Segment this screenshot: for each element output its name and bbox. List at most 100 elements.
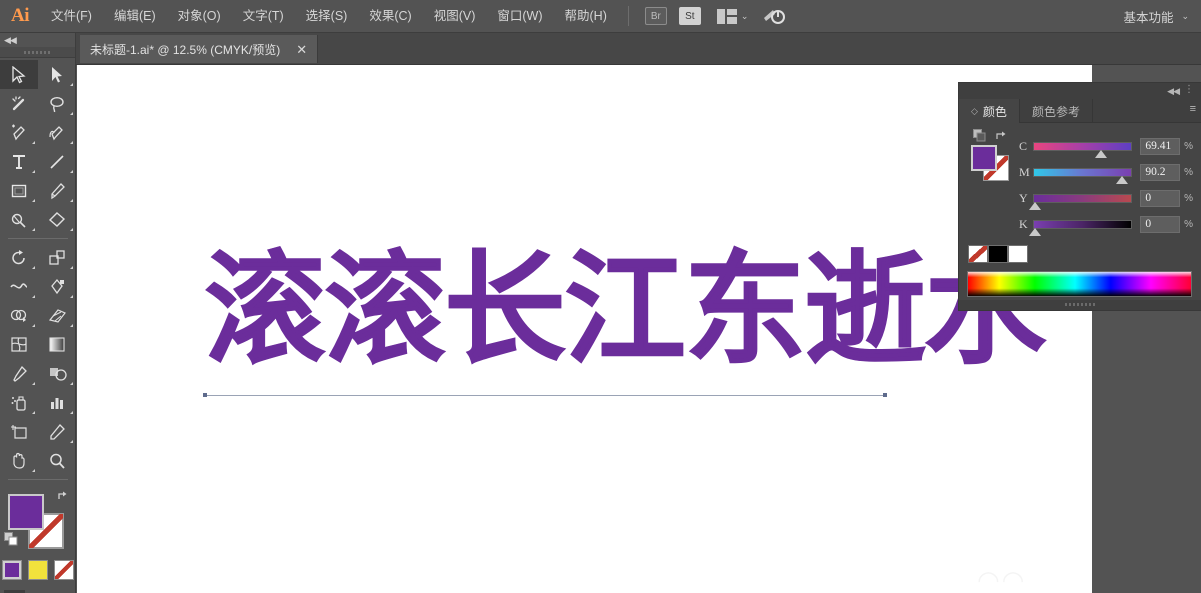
menu-object[interactable]: 对象(O) — [167, 0, 232, 33]
direct-selection-tool[interactable] — [38, 60, 76, 89]
panel-resize-handle[interactable] — [959, 300, 1201, 310]
slider-gradient-k — [1033, 220, 1132, 228]
panel-menu-icon[interactable]: ≡ — [1190, 104, 1196, 115]
slider-row-k: K 0 % — [1019, 211, 1193, 237]
slider-unit-m: % — [1184, 166, 1194, 178]
slider-label-m: M — [1019, 164, 1030, 179]
blend-tool[interactable] — [38, 359, 76, 388]
eyedropper-tool[interactable] — [0, 359, 38, 388]
menu-window[interactable]: 窗口(W) — [486, 0, 553, 33]
text-baseline-path — [205, 395, 886, 396]
paintbrush-tool[interactable] — [38, 176, 76, 205]
collapse-panel-icon[interactable]: ◀◀ — [1167, 86, 1180, 97]
tools-panel-drag-handle[interactable] — [0, 47, 75, 58]
workspace-switcher[interactable]: 基本功能 ⌄ — [1119, 7, 1201, 26]
fill-swatch[interactable] — [8, 494, 44, 530]
workspace-name: 基本功能 — [1123, 10, 1174, 25]
panel-options-icon[interactable]: ⋮ — [1184, 85, 1194, 95]
shape-builder-tool[interactable] — [0, 301, 38, 330]
close-icon[interactable]: ✕ — [296, 43, 307, 56]
artwork-text[interactable]: 滚滚长江东逝水 — [204, 249, 1047, 372]
chevron-down-icon[interactable]: ⌄ — [1181, 11, 1189, 22]
zoom-tool[interactable] — [38, 446, 76, 475]
rectangle-tool[interactable] — [0, 176, 38, 205]
slice-tool[interactable] — [38, 417, 76, 446]
quick-swatches — [968, 245, 1193, 263]
swatch-none[interactable] — [968, 245, 988, 263]
artboard[interactable]: 滚滚长江东逝水 ◠◠ — [77, 65, 1092, 593]
default-fill-stroke-icon[interactable] — [4, 532, 18, 546]
slider-track-k[interactable] — [1029, 219, 1133, 236]
fill-stroke-toggle-icon[interactable] — [973, 129, 986, 142]
gradient-tool[interactable] — [38, 330, 76, 359]
slider-unit-c: % — [1184, 140, 1194, 152]
menu-bar: Ai 文件(F) 编辑(E) 对象(O) 文字(T) 选择(S) 效果(C) 视… — [0, 0, 1201, 33]
app-logo-icon: Ai — [11, 5, 30, 26]
perspective-grid-tool[interactable] — [38, 301, 76, 330]
menubar-divider — [627, 6, 629, 26]
slider-row-y: Y 0 % — [1019, 185, 1193, 211]
color-swatch-button[interactable] — [1, 560, 22, 580]
column-graph-tool[interactable] — [38, 388, 76, 417]
document-tab-bar: 未标题-1.ai* @ 12.5% (CMYK/预览) ✕ — [76, 33, 1201, 65]
tools-divider — [8, 479, 68, 480]
menu-effect[interactable]: 效果(C) — [358, 0, 422, 33]
stock-icon[interactable]: St — [678, 7, 701, 25]
tab-color[interactable]: ◇ 颜色 — [959, 99, 1020, 123]
slider-thumb-c — [1095, 149, 1108, 158]
artboard-tool[interactable] — [0, 417, 38, 446]
rotate-tool[interactable] — [0, 243, 38, 272]
arrange-documents-icon[interactable] — [716, 8, 737, 24]
curvature-tool[interactable] — [38, 118, 76, 147]
path-anchor-start — [203, 393, 207, 397]
menu-edit[interactable]: 编辑(E) — [103, 0, 167, 33]
slider-thumb-y — [1029, 201, 1042, 210]
panel-fill-swatch[interactable] — [971, 145, 997, 171]
bridge-icon[interactable]: Br — [644, 7, 667, 25]
menu-help[interactable]: 帮助(H) — [554, 0, 618, 33]
slider-value-m[interactable]: 90.2 — [1140, 163, 1181, 181]
menu-select[interactable]: 选择(S) — [295, 0, 359, 33]
collapse-panel-icon[interactable]: ◀◀ — [4, 35, 17, 46]
lasso-tool[interactable] — [38, 89, 76, 118]
width-tool[interactable] — [0, 272, 38, 301]
sync-settings-icon[interactable] — [762, 7, 786, 25]
swatch-white[interactable] — [1008, 245, 1028, 263]
shaper-tool[interactable] — [0, 205, 38, 234]
swap-fill-stroke-icon[interactable] — [995, 129, 1009, 141]
slider-row-c: C 69.41 % — [1019, 133, 1193, 159]
swap-fill-stroke-icon[interactable] — [57, 490, 70, 503]
eraser-tool[interactable] — [38, 205, 76, 234]
pen-tool[interactable] — [0, 118, 38, 147]
slider-track-c[interactable] — [1032, 141, 1133, 158]
color-mode-swatches — [0, 560, 75, 580]
magic-wand-tool[interactable] — [0, 89, 38, 118]
slider-value-y[interactable]: 0 — [1140, 189, 1181, 207]
scale-tool[interactable] — [38, 243, 76, 272]
tab-color-guide[interactable]: 颜色参考 — [1020, 99, 1093, 123]
cmyk-sliders: C 69.41 % M 90.2 % Y 0 % K 0 % — [1019, 131, 1193, 237]
tab-color-guide-label: 颜色参考 — [1031, 104, 1080, 119]
menu-view[interactable]: 视图(V) — [423, 0, 487, 33]
selection-tool[interactable] — [0, 60, 38, 89]
free-transform-tool[interactable] — [38, 272, 76, 301]
slider-track-y[interactable] — [1029, 193, 1133, 210]
swatch-black[interactable] — [988, 245, 1008, 263]
mesh-tool[interactable] — [0, 330, 38, 359]
slider-value-c[interactable]: 69.41 — [1140, 137, 1181, 155]
slider-track-m[interactable] — [1032, 167, 1133, 184]
type-tool[interactable] — [0, 147, 38, 176]
none-swatch-button[interactable] — [53, 560, 74, 580]
chevron-down-icon[interactable]: ⌄ — [741, 11, 749, 22]
menu-type[interactable]: 文字(T) — [232, 0, 295, 33]
gradient-swatch-button[interactable] — [27, 560, 48, 580]
document-tab-label: 未标题-1.ai* @ 12.5% (CMYK/预览) — [90, 42, 281, 57]
document-tab[interactable]: 未标题-1.ai* @ 12.5% (CMYK/预览) ✕ — [80, 35, 319, 63]
menu-file[interactable]: 文件(F) — [40, 0, 103, 33]
symbol-sprayer-tool[interactable] — [0, 388, 38, 417]
line-segment-tool[interactable] — [38, 147, 76, 176]
color-spectrum-ramp[interactable] — [967, 271, 1192, 297]
slider-value-k[interactable]: 0 — [1140, 215, 1181, 233]
hand-tool[interactable] — [0, 446, 38, 475]
color-panel-titlebar[interactable]: ◀◀ ⋮ — [959, 83, 1201, 99]
